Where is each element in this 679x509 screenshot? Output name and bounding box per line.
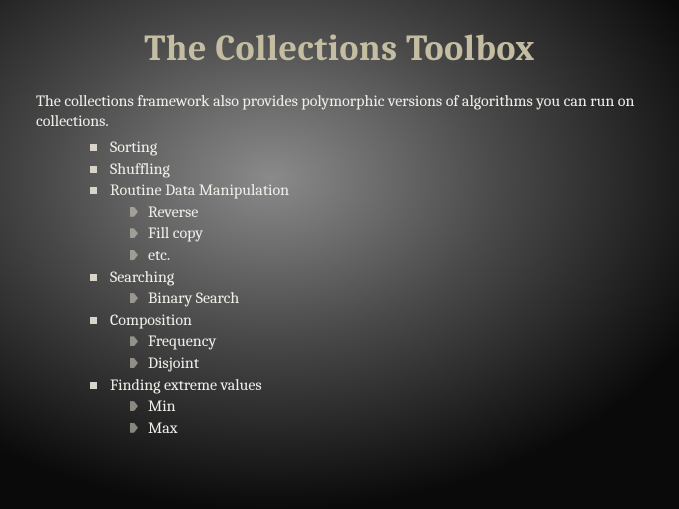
- list-item-label: Searching: [110, 268, 174, 286]
- sub-list-item: Fill copy: [130, 223, 643, 245]
- sub-list-item: Min: [130, 396, 643, 418]
- list-item: Sorting: [90, 137, 643, 159]
- list-item: Shuffling: [90, 159, 643, 181]
- list-item-label: Composition: [110, 311, 192, 329]
- intro-text: The collections framework also provides …: [36, 91, 643, 131]
- list-item-label: Sorting: [110, 138, 157, 156]
- list-item: Finding extreme values Min Max: [90, 375, 643, 440]
- sub-list-item: Disjoint: [130, 353, 643, 375]
- sub-list-item: Reverse: [130, 202, 643, 224]
- slide-title: The Collections Toolbox: [36, 28, 643, 69]
- list-item-label: Shuffling: [110, 160, 170, 178]
- list-item-label: Finding extreme values: [110, 376, 262, 394]
- list-item: Routine Data Manipulation Reverse Fill c…: [90, 180, 643, 266]
- sub-list: Frequency Disjoint: [110, 331, 643, 374]
- slide: The Collections Toolbox The collections …: [0, 0, 679, 467]
- sub-list: Reverse Fill copy etc.: [110, 202, 643, 267]
- list-item-label: Routine Data Manipulation: [110, 181, 289, 199]
- list-item: Searching Binary Search: [90, 267, 643, 310]
- sub-list-item: Binary Search: [130, 288, 643, 310]
- sub-list: Min Max: [110, 396, 643, 439]
- sub-list-item: etc.: [130, 245, 643, 267]
- bullet-list: Sorting Shuffling Routine Data Manipulat…: [36, 137, 643, 439]
- sub-list-item: Frequency: [130, 331, 643, 353]
- sub-list-item: Max: [130, 418, 643, 440]
- sub-list: Binary Search: [110, 288, 643, 310]
- list-item: Composition Frequency Disjoint: [90, 310, 643, 375]
